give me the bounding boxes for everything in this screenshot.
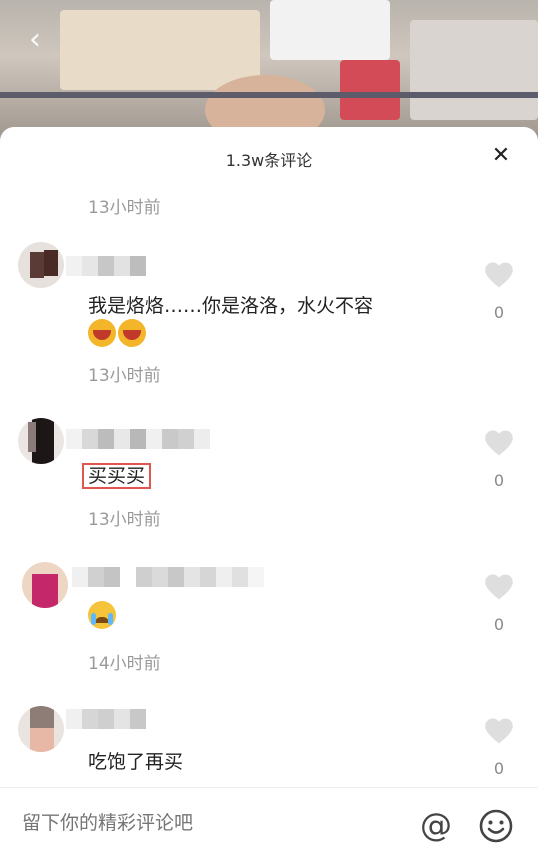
emoji-picker-icon[interactable] [478,808,514,844]
like-count: 0 [493,471,505,490]
comment-input-bar: @ [0,787,538,864]
like-button[interactable]: 0 [482,573,516,634]
username-blurred[interactable] [72,567,264,587]
comment-time: 14小时前 [88,654,161,674]
comment-time: 13小时前 [88,198,161,218]
username-blurred[interactable] [66,429,210,449]
comment-text: 买买买 [82,461,152,489]
close-icon[interactable]: ✕ [488,143,514,169]
video-background: ‹ [0,0,538,140]
at-mention-icon[interactable]: @ [418,808,454,844]
like-count: 0 [493,303,505,322]
comment-input[interactable] [22,812,382,834]
username-blurred[interactable] [66,709,146,729]
laughing-emoji-icon [88,319,116,347]
comment-emojis [88,601,118,634]
comment-text: 吃饱了再买 [88,751,184,773]
heart-icon [485,262,513,288]
avatar[interactable] [22,562,68,608]
sheet-header: 1.3w条评论 ✕ [0,127,538,187]
like-button[interactable]: 0 [482,429,516,490]
username-blurred[interactable] [66,256,146,276]
heart-icon [485,718,513,744]
back-chevron-icon[interactable]: ‹ [20,24,50,56]
like-button[interactable]: 0 [482,717,516,778]
comment-text: 我是烙烙……你是洛洛，水火不容 [88,295,374,317]
like-count: 0 [493,615,505,634]
comment-time: 13小时前 [88,366,161,386]
heart-icon [485,430,513,456]
highlight-box: 买买买 [82,463,152,489]
laughing-emoji-icon [118,319,146,347]
comment-list[interactable]: 13小时前 我是烙烙……你是洛洛，水火不容 13小时前 0 买买买 13小时前 … [0,187,538,787]
avatar[interactable] [18,706,64,752]
like-button[interactable]: 0 [482,261,516,322]
crying-emoji-icon [88,601,116,629]
avatar[interactable] [18,242,64,288]
heart-icon [485,574,513,600]
like-count: 0 [493,759,505,778]
comments-sheet: 1.3w条评论 ✕ 13小时前 我是烙烙……你是洛洛，水火不容 13小时前 0 … [0,127,538,864]
comment-emojis [88,319,148,352]
comment-count-title: 1.3w条评论 [225,151,313,170]
comment-time: 13小时前 [88,510,161,530]
avatar[interactable] [18,418,64,464]
